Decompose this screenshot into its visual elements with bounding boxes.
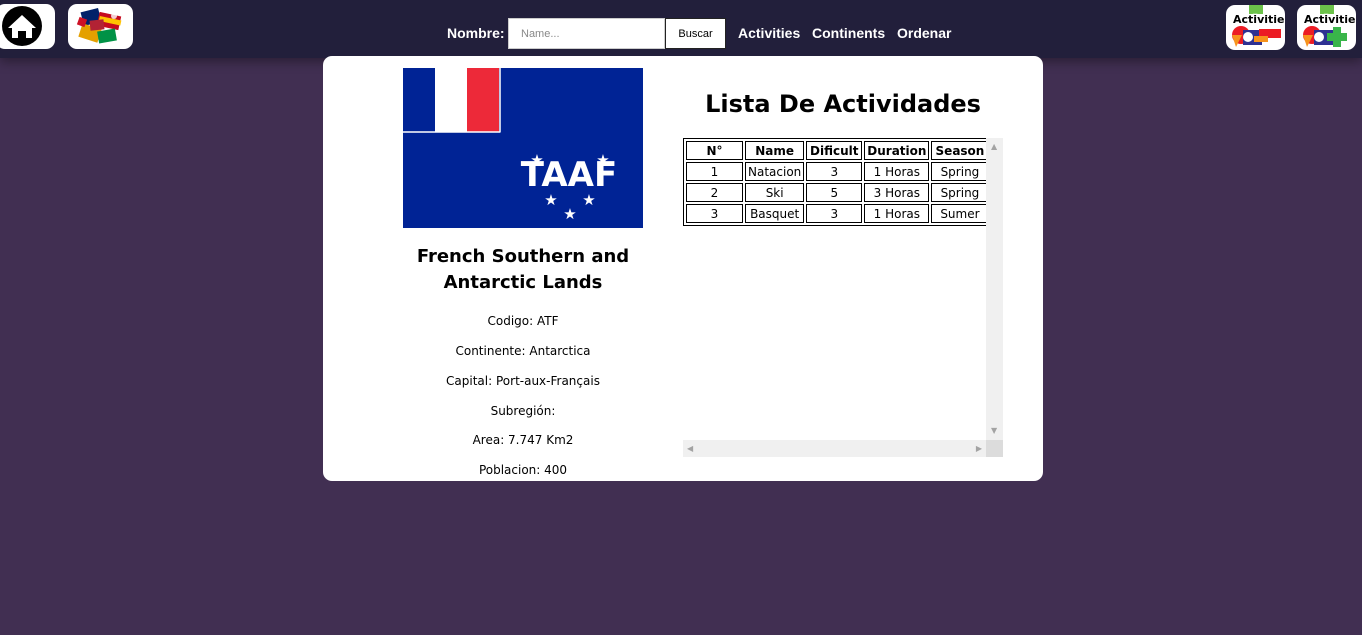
table-cell: Spring — [931, 183, 989, 202]
column-header: Duration — [864, 141, 930, 160]
table-cell: 3 — [686, 204, 743, 223]
activities-add-icon: Activitie Activitie — [1303, 5, 1356, 47]
svg-text:Activitie: Activitie — [1233, 13, 1285, 26]
table-cell: 1 — [686, 162, 743, 181]
nav-link-activities[interactable]: Activities — [738, 25, 800, 41]
country-capital: Capital: Port-aux-Français — [446, 374, 600, 388]
countries-flags-button[interactable] — [68, 4, 133, 49]
svg-text:★: ★ — [596, 151, 609, 169]
activities-table: N° Name Dificult Duration Season 1 Natac… — [683, 138, 992, 226]
column-header: N° — [686, 141, 743, 160]
table-cell: Sumer — [931, 204, 989, 223]
search-button[interactable]: Buscar — [665, 18, 726, 49]
home-button[interactable] — [0, 4, 55, 49]
svg-text:★: ★ — [530, 151, 543, 169]
column-header: Name — [745, 141, 805, 160]
column-header: Dificult — [806, 141, 863, 160]
country-subregion: Subregión: — [490, 404, 556, 418]
table-row: 1 Natacion 3 1 Horas Spring — [686, 162, 989, 181]
svg-text:★: ★ — [563, 205, 576, 223]
search-input[interactable] — [508, 18, 665, 49]
table-cell: 5 — [806, 183, 863, 202]
activities-button-2[interactable]: Activitie Activitie — [1297, 5, 1356, 50]
table-cell: 3 — [806, 162, 863, 181]
table-cell: Ski — [745, 183, 805, 202]
search-label: Nombre: — [447, 25, 505, 41]
country-name-heading: French Southern and Antarctic Lands — [416, 246, 630, 293]
table-cell: 1 Horas — [864, 204, 930, 223]
table-header-row: N° Name Dificult Duration Season — [686, 141, 989, 160]
svg-text:Activitie: Activitie — [1304, 13, 1356, 26]
svg-text:★: ★ — [544, 191, 557, 209]
country-area: Area: 7.747 Km2 — [472, 433, 574, 447]
table-cell: Spring — [931, 162, 989, 181]
flags-collage-icon — [76, 8, 122, 44]
table-cell: Natacion — [745, 162, 805, 181]
column-header: Season — [931, 141, 989, 160]
activities-scroll-area[interactable]: N° Name Dificult Duration Season 1 Natac… — [683, 138, 1003, 457]
svg-text:★: ★ — [582, 191, 595, 209]
table-cell: Basquet — [745, 204, 805, 223]
table-cell: 3 Horas — [864, 183, 930, 202]
nav-link-ordenar[interactable]: Ordenar — [897, 25, 951, 41]
horizontal-scrollbar[interactable]: ◀ ▶ — [683, 440, 986, 457]
scrollbar-corner — [986, 440, 1003, 457]
activities-icon: Activitie Activitie — [1232, 5, 1285, 47]
nav-link-continents[interactable]: Continents — [812, 25, 885, 41]
country-detail-card: TAAF ★ ★ ★ ★ ★ French Southern and Antar… — [323, 56, 1043, 481]
table-cell: 3 — [806, 204, 863, 223]
table-row: 2 Ski 5 3 Horas Spring — [686, 183, 989, 202]
scroll-left-icon[interactable]: ◀ — [687, 445, 693, 453]
scroll-down-icon[interactable]: ▼ — [991, 427, 997, 435]
vertical-scrollbar[interactable]: ▲ ▼ — [986, 138, 1003, 440]
table-cell: 1 Horas — [864, 162, 930, 181]
top-navbar: Nombre: Buscar Activities Continents Ord… — [0, 0, 1362, 58]
scroll-right-icon[interactable]: ▶ — [976, 445, 982, 453]
table-row: 3 Basquet 3 1 Horas Sumer — [686, 204, 989, 223]
scroll-up-icon[interactable]: ▲ — [991, 143, 997, 151]
home-icon — [2, 6, 42, 46]
activities-button-1[interactable]: Activitie Activitie — [1226, 5, 1285, 50]
table-cell: 2 — [686, 183, 743, 202]
country-continent: Continente: Antarctica — [455, 344, 591, 358]
country-flag-image: TAAF ★ ★ ★ ★ ★ — [403, 68, 643, 228]
country-population: Poblacion: 400 — [478, 463, 568, 477]
country-code: Codigo: ATF — [487, 314, 559, 328]
activities-list-title: Lista De Actividades — [705, 90, 981, 118]
